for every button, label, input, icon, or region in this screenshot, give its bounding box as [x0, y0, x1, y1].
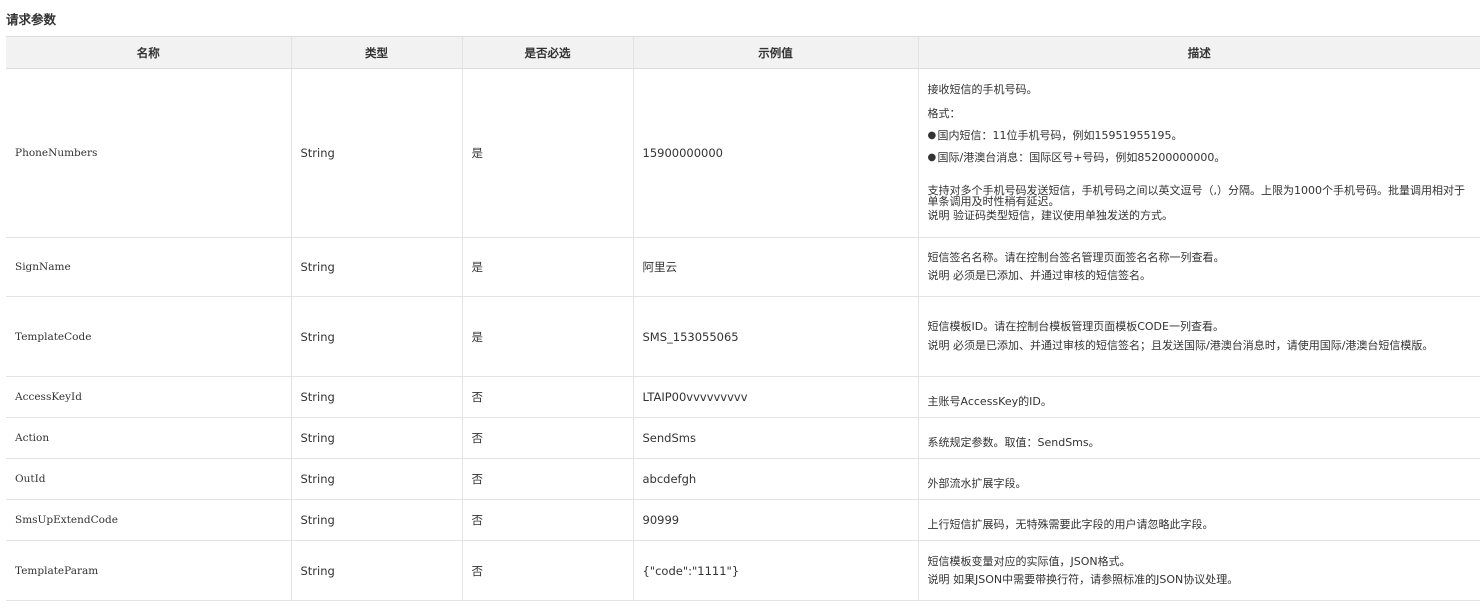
section-title: 请求参数 [6, 12, 57, 27]
description-paragraph: 支持对多个手机号码发送短信，手机号码之间以英文逗号（,）分隔。上限为1000个手… [927, 184, 1466, 208]
note-text: 说明 必须是已添加、并通过审核的短信签名。 [927, 269, 1152, 282]
description-text: 上行短信扩展码，无特殊需要此字段的用户请忽略此字段。 [927, 517, 1214, 531]
bullet-icon: ● [927, 152, 937, 163]
param-description: 接收短信的手机号码。 格式： ● 国内短信：11位手机号码，例如159519551… [917, 68, 1480, 238]
column-header-required: 是否必选 [461, 36, 633, 69]
param-name: Action [6, 417, 291, 459]
param-type: String [290, 417, 462, 459]
description-text: 外部流水扩展字段。 [927, 476, 1027, 490]
param-example: 90999 [632, 499, 918, 541]
table-row: Action String 否 SendSms 系统规定参数。取值：SendSm… [6, 417, 1480, 459]
description-text: 短信模板ID。请在控制台模板管理页面模板CODE一列查看。 [927, 320, 1224, 333]
column-header-example: 示例值 [632, 36, 918, 69]
param-description: 上行短信扩展码，无特殊需要此字段的用户请忽略此字段。 [917, 499, 1480, 541]
param-required: 否 [461, 417, 633, 459]
note-text: 说明 必须是已添加、并通过审核的短信签名；且发送国际/港澳台消息时，请使用国际/… [927, 339, 1434, 352]
param-type: String [290, 296, 462, 377]
param-required: 否 [461, 458, 633, 500]
param-type: String [290, 237, 462, 297]
table-row: OutId String 否 abcdefgh 外部流水扩展字段。 [6, 458, 1480, 500]
param-required: 是 [461, 237, 633, 297]
param-name: TemplateParam [6, 540, 291, 601]
table-row: SmsUpExtendCode String 否 90999 上行短信扩展码，无… [6, 499, 1480, 541]
table-row: AccessKeyId String 否 LTAIP00vvvvvvvvv 主账… [6, 376, 1480, 418]
param-description: 短信模板ID。请在控制台模板管理页面模板CODE一列查看。 说明 必须是已添加、… [917, 296, 1480, 377]
param-example: LTAIP00vvvvvvvvv [632, 376, 918, 418]
format-label: 格式： [927, 107, 961, 120]
param-name: AccessKeyId [6, 376, 291, 418]
param-name: SignName [6, 237, 291, 297]
param-type: String [290, 458, 462, 500]
table-row: TemplateCode String 是 SMS_153055065 短信模板… [6, 296, 1480, 377]
param-required: 否 [461, 540, 633, 601]
request-params-table: 名称 类型 是否必选 示例值 描述 PhoneNumbers String 是 … [6, 36, 1480, 601]
bullet-icon: ● [927, 130, 937, 141]
param-type: String [290, 68, 462, 238]
note-text: 说明 如果JSON中需要带换行符，请参照标准的JSON协议处理。 [927, 572, 1239, 586]
param-description: 外部流水扩展字段。 [917, 458, 1480, 500]
param-type: String [290, 540, 462, 601]
param-example: 阿里云 [632, 237, 918, 297]
param-example: 15900000000 [632, 68, 918, 238]
param-name: SmsUpExtendCode [6, 499, 291, 541]
param-name: PhoneNumbers [6, 68, 291, 238]
param-example: abcdefgh [632, 458, 918, 500]
column-header-type: 类型 [290, 36, 462, 69]
param-example: SMS_153055065 [632, 296, 918, 377]
param-description: 短信模板变量对应的实际值，JSON格式。 说明 如果JSON中需要带换行符，请参… [917, 540, 1480, 601]
format-list: ● 国内短信：11位手机号码，例如15951955195。 ● 国际/港澳台消息：国… [928, 127, 1472, 167]
column-header-name: 名称 [6, 36, 291, 69]
table-row: TemplateParam String 否 {"code":"1111"} 短… [6, 540, 1480, 601]
table-row: SignName String 是 阿里云 短信签名名称。请在控制台签名管理页面… [6, 237, 1480, 297]
param-example: {"code":"1111"} [632, 540, 918, 601]
column-header-description: 描述 [917, 36, 1480, 69]
param-required: 否 [461, 499, 633, 541]
list-item: ● 国内短信：11位手机号码，例如15951955195。 [928, 127, 1472, 145]
param-description: 系统规定参数。取值：SendSms。 [917, 417, 1480, 459]
table-row: PhoneNumbers String 是 15900000000 接收短信的手… [6, 68, 1480, 238]
param-name: OutId [6, 458, 291, 500]
description-text: 主账号AccessKey的ID。 [927, 394, 1052, 408]
param-example: SendSms [632, 417, 918, 459]
param-required: 是 [461, 68, 633, 238]
param-description: 短信签名名称。请在控制台签名管理页面签名名称一列查看。 说明 必须是已添加、并通… [917, 237, 1480, 297]
list-item: ● 国际/港澳台消息：国际区号+号码，例如85200000000。 [928, 149, 1472, 167]
param-type: String [290, 499, 462, 541]
description-text: 短信签名名称。请在控制台签名管理页面签名名称一列查看。 [927, 251, 1225, 264]
param-required: 否 [461, 376, 633, 418]
param-required: 是 [461, 296, 633, 377]
description-text: 短信模板变量对应的实际值，JSON格式。 [927, 554, 1131, 568]
param-name: TemplateCode [6, 296, 291, 377]
table-header-row: 名称 类型 是否必选 示例值 描述 [6, 36, 1480, 69]
description-text: 接收短信的手机号码。 [927, 83, 1038, 96]
param-description: 主账号AccessKey的ID。 [917, 376, 1480, 418]
description-text: 系统规定参数。取值：SendSms。 [927, 435, 1100, 449]
note-text: 说明 验证码类型短信，建议使用单独发送的方式。 [927, 209, 1174, 222]
param-type: String [290, 376, 462, 418]
